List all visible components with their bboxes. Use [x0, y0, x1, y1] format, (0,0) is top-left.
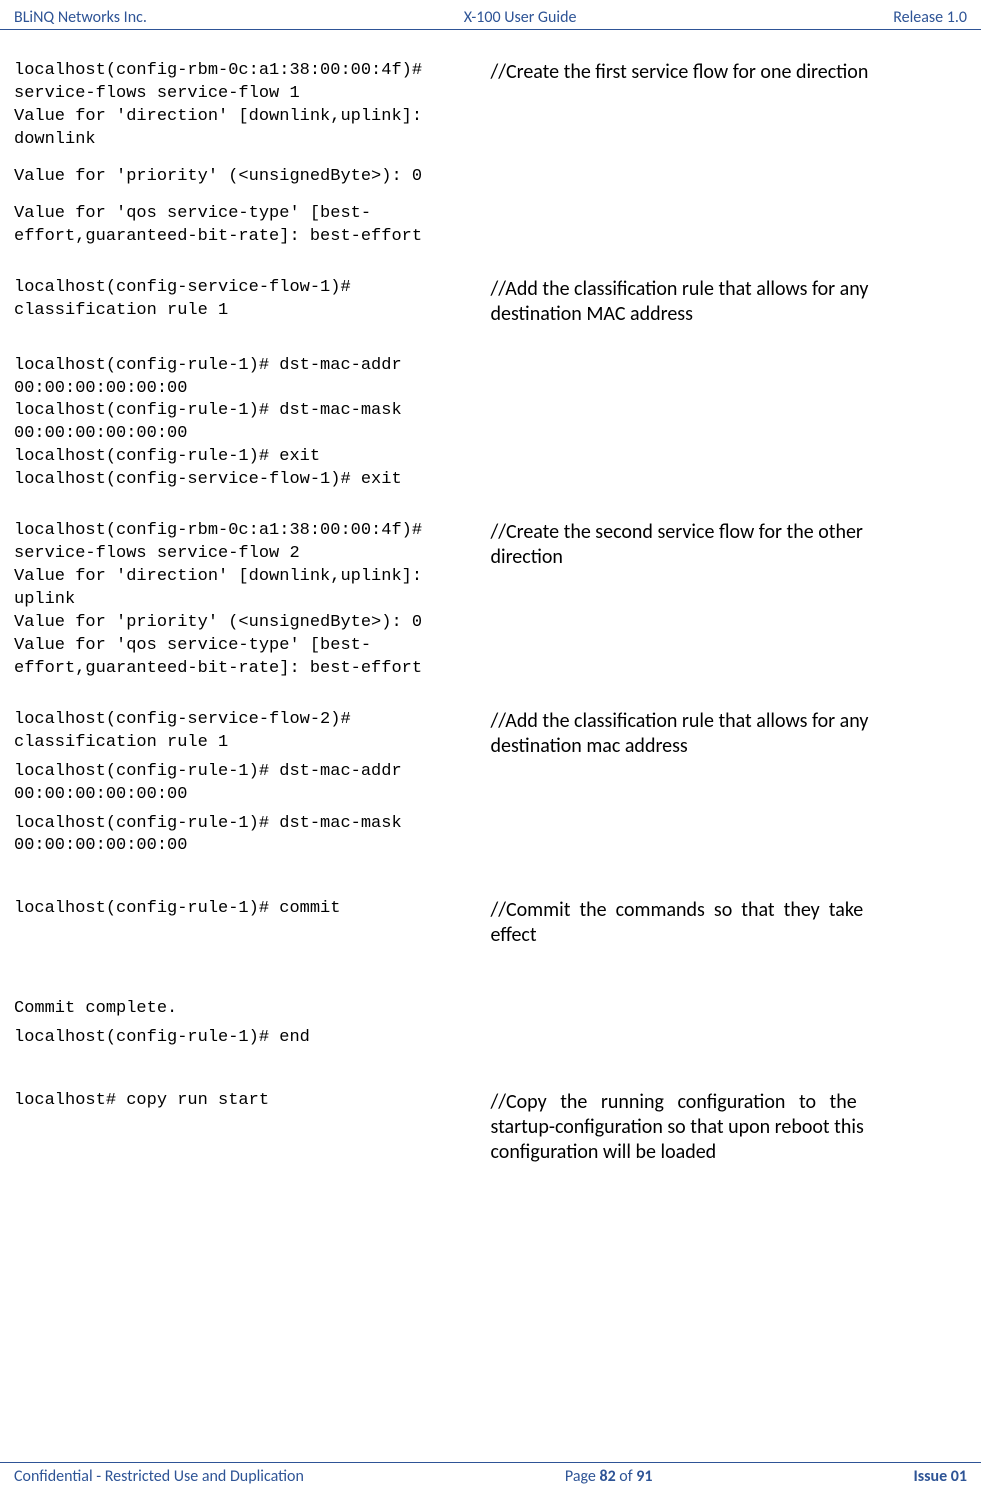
comment-block: //Create the first service flow for one … — [491, 60, 968, 249]
code-line: service-flows service-flow 2 — [14, 543, 491, 566]
footer-page-prefix: Page — [565, 1467, 600, 1486]
code-block: localhost(config-service-flow-2)# classi… — [14, 709, 491, 859]
comment-line: //Commit the commands so that they take — [491, 898, 968, 923]
comment-block — [491, 998, 968, 1050]
code-line: Value for 'priority' (<unsignedByte>): 0 — [14, 166, 491, 189]
comment-line: destination mac address — [491, 734, 968, 759]
block-row: localhost(config-rule-1)# dst-mac-addr 0… — [14, 355, 967, 493]
code-line: localhost(config-rule-1)# end — [14, 1027, 491, 1050]
block-row: localhost(config-rbm-0c:a1:38:00:00:4f)#… — [14, 520, 967, 681]
page-content: localhost(config-rbm-0c:a1:38:00:00:4f)#… — [0, 30, 981, 1165]
code-line: 00:00:00:00:00:00 — [14, 784, 491, 807]
code-line: service-flows service-flow 1 — [14, 83, 491, 106]
comment-line: //Add the classification rule that allow… — [491, 277, 968, 302]
code-block: localhost(config-rbm-0c:a1:38:00:00:4f)#… — [14, 520, 491, 681]
code-block: localhost(config-rule-1)# commit — [14, 898, 491, 948]
block-row: localhost(config-service-flow-1)# classi… — [14, 277, 967, 327]
comment-line: effect — [491, 923, 968, 948]
code-line: localhost(config-rule-1)# commit — [14, 898, 491, 921]
comment-line: //Create the second service flow for the… — [491, 520, 968, 545]
comment-block: //Commit the commands so that they take … — [491, 898, 968, 948]
comment-block: //Add the classification rule that allow… — [491, 709, 968, 859]
page-header: BLiNQ Networks Inc. X-100 User Guide Rel… — [0, 0, 981, 30]
code-line: localhost(config-service-flow-1)# — [14, 277, 491, 300]
code-block: localhost(config-service-flow-1)# classi… — [14, 277, 491, 327]
code-block: Commit complete. localhost(config-rule-1… — [14, 998, 491, 1050]
footer-issue: Issue 01 — [913, 1467, 967, 1486]
code-line: localhost(config-rule-1)# dst-mac-mask — [14, 813, 491, 836]
header-company: BLiNQ Networks Inc. — [14, 8, 147, 27]
footer-issue-text: Issue 01 — [913, 1467, 967, 1486]
block-row: localhost(config-rule-1)# commit //Commi… — [14, 898, 967, 948]
comment-block: //Copy the running configuration to the … — [491, 1090, 968, 1165]
footer-page-total: 91 — [636, 1467, 652, 1486]
code-line: localhost(config-rule-1)# exit — [14, 446, 491, 469]
code-line: effort,guaranteed-bit-rate]: best-effort — [14, 226, 491, 249]
header-title: X-100 User Guide — [464, 8, 577, 27]
code-line: classification rule 1 — [14, 732, 491, 755]
code-line: 00:00:00:00:00:00 — [14, 835, 491, 858]
code-line: localhost(config-rbm-0c:a1:38:00:00:4f)# — [14, 60, 491, 83]
footer-confidential: Confidential - Restricted Use and Duplic… — [14, 1467, 304, 1486]
code-line: downlink — [14, 129, 491, 152]
code-line: 00:00:00:00:00:00 — [14, 423, 491, 446]
code-line: Value for 'qos service-type' [best- — [14, 203, 491, 226]
code-line: localhost# copy run start — [14, 1090, 491, 1113]
code-line: Value for 'priority' (<unsignedByte>): 0 — [14, 612, 491, 635]
code-line: classification rule 1 — [14, 300, 491, 323]
code-block: localhost(config-rbm-0c:a1:38:00:00:4f)#… — [14, 60, 491, 249]
code-line: Commit complete. — [14, 998, 491, 1021]
footer-page-number: 82 — [599, 1467, 615, 1486]
code-line: localhost(config-service-flow-2)# — [14, 709, 491, 732]
code-line: 00:00:00:00:00:00 — [14, 378, 491, 401]
comment-line: configuration will be loaded — [491, 1140, 968, 1165]
code-line: uplink — [14, 589, 491, 612]
comment-line: startup-configuration so that upon reboo… — [491, 1115, 968, 1140]
code-line: effort,guaranteed-bit-rate]: best-effort — [14, 658, 491, 681]
code-line: Value for 'direction' [downlink,uplink]: — [14, 106, 491, 129]
code-line: localhost(config-service-flow-1)# exit — [14, 469, 491, 492]
comment-line: destination MAC address — [491, 302, 968, 327]
code-line: Value for 'qos service-type' [best- — [14, 635, 491, 658]
block-row: localhost(config-service-flow-2)# classi… — [14, 709, 967, 859]
comment-block — [491, 355, 968, 493]
comment-line: //Add the classification rule that allow… — [491, 709, 968, 734]
comment-line: direction — [491, 545, 968, 570]
footer-page: Page 82 of 91 — [565, 1467, 653, 1486]
code-line: localhost(config-rule-1)# dst-mac-addr — [14, 355, 491, 378]
comment-block: //Create the second service flow for the… — [491, 520, 968, 681]
page-footer: Confidential - Restricted Use and Duplic… — [0, 1462, 981, 1486]
block-row: Commit complete. localhost(config-rule-1… — [14, 998, 967, 1050]
code-line: localhost(config-rbm-0c:a1:38:00:00:4f)# — [14, 520, 491, 543]
comment-line: //Copy the running configuration to the — [491, 1090, 968, 1115]
block-row: localhost# copy run start //Copy the run… — [14, 1090, 967, 1165]
comment-block: //Add the classification rule that allow… — [491, 277, 968, 327]
code-line: localhost(config-rule-1)# dst-mac-mask — [14, 400, 491, 423]
code-block: localhost# copy run start — [14, 1090, 491, 1165]
comment-line: //Create the first service flow for one … — [491, 60, 968, 85]
footer-page-middle: of — [616, 1467, 637, 1486]
code-block: localhost(config-rule-1)# dst-mac-addr 0… — [14, 355, 491, 493]
code-line: localhost(config-rule-1)# dst-mac-addr — [14, 761, 491, 784]
code-line: Value for 'direction' [downlink,uplink]: — [14, 566, 491, 589]
block-row: localhost(config-rbm-0c:a1:38:00:00:4f)#… — [14, 60, 967, 249]
header-release: Release 1.0 — [893, 8, 967, 27]
